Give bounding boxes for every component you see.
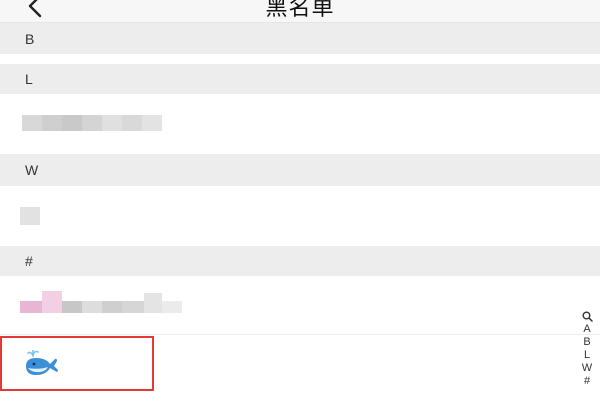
index-letter-hash[interactable]: # [574, 375, 600, 388]
section-header-l: L [0, 64, 600, 94]
index-letter-l[interactable]: L [574, 349, 600, 362]
index-letter-b[interactable]: B [574, 336, 600, 349]
alphabet-index-bar: A B L W # [574, 310, 600, 388]
section-header-w: W [0, 154, 600, 186]
contact-row[interactable] [0, 276, 600, 334]
whale-icon [24, 349, 60, 378]
section-letter: # [25, 253, 33, 269]
index-letter-w[interactable]: W [574, 362, 600, 375]
section-header-hash: # [0, 246, 600, 276]
contact-row[interactable] [0, 94, 600, 154]
section-gap [0, 54, 600, 64]
index-letter-a[interactable]: A [574, 323, 600, 336]
section-letter: W [25, 162, 39, 178]
section-letter: B [25, 31, 35, 47]
contact-row[interactable] [0, 186, 600, 246]
search-icon [582, 311, 593, 322]
section-letter: L [25, 71, 33, 87]
section-header-b: B [0, 23, 600, 54]
index-search[interactable] [574, 310, 600, 323]
page-title: 黑名单 [265, 0, 335, 21]
